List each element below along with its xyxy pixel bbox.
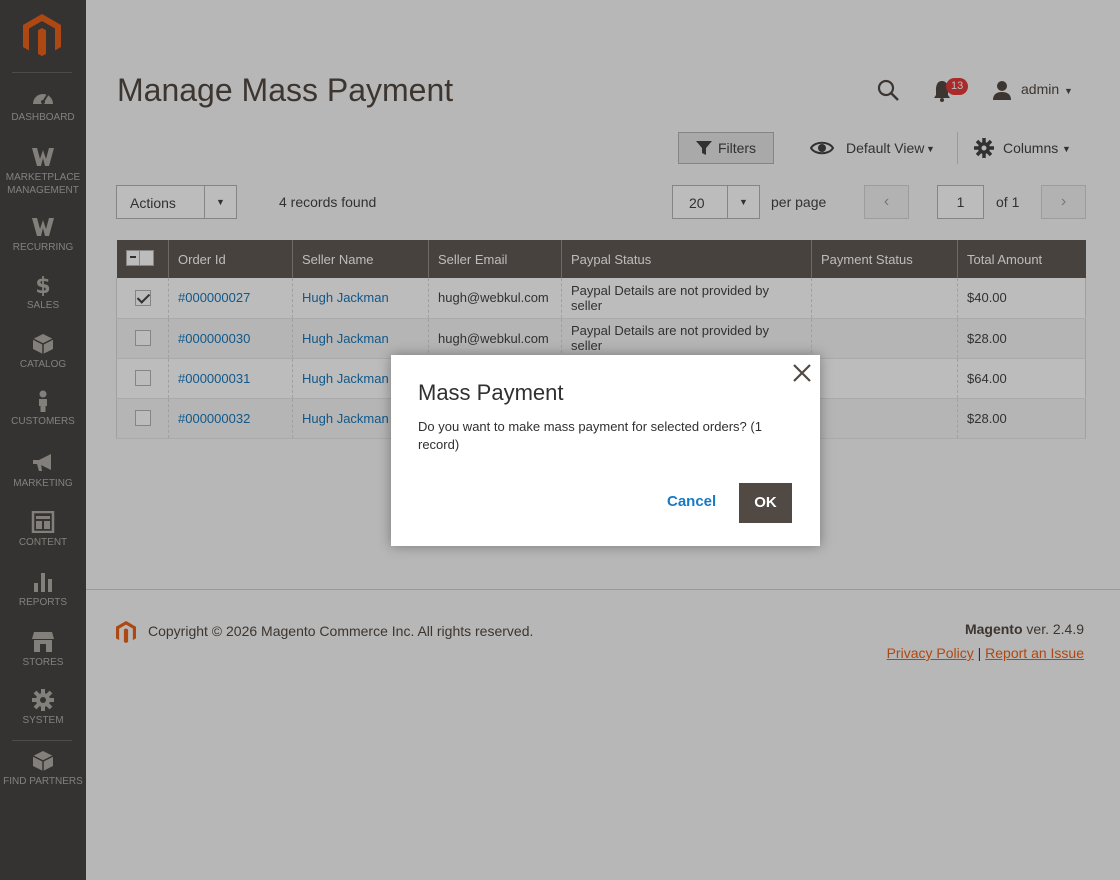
- cancel-button[interactable]: Cancel: [667, 493, 716, 510]
- mass-payment-modal: Mass Payment Do you want to make mass pa…: [391, 355, 820, 546]
- ok-button[interactable]: OK: [739, 483, 792, 523]
- modal-message: Do you want to make mass payment for sel…: [418, 419, 762, 452]
- close-icon[interactable]: [790, 361, 814, 385]
- modal-title: Mass Payment: [418, 380, 564, 405]
